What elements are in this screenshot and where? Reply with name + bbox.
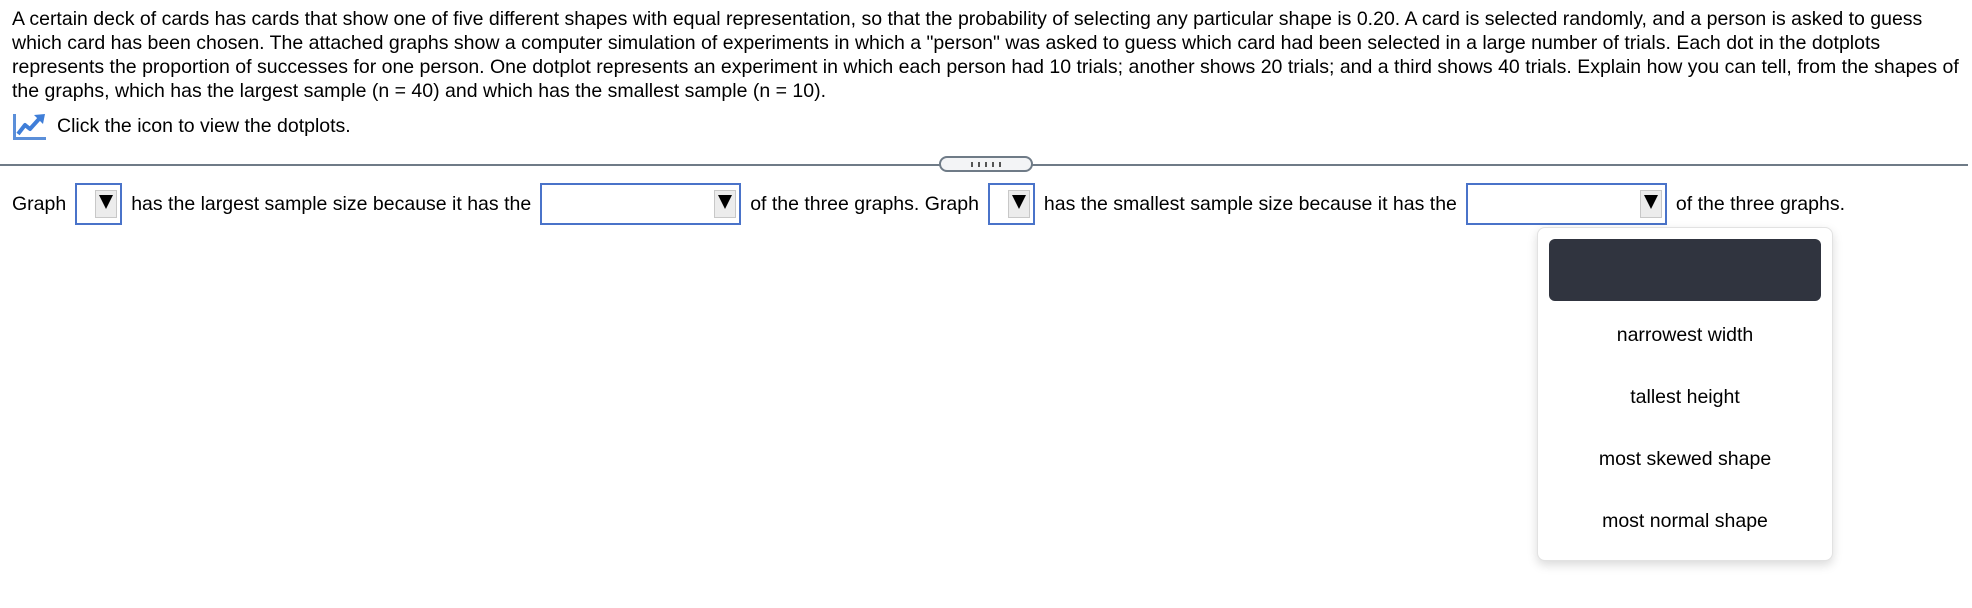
question-text: A certain deck of cards has cards that s… xyxy=(12,8,1959,102)
answer-text-3: of the three graphs. Graph xyxy=(750,192,979,215)
divider-drag-handle[interactable] xyxy=(939,156,1033,172)
reason-smallest-dropdown[interactable] xyxy=(1465,183,1667,225)
graph-largest-dropdown[interactable] xyxy=(75,183,123,225)
menu-option[interactable]: narrowest width xyxy=(1538,324,1832,347)
reason-largest-dropdown[interactable] xyxy=(540,183,742,225)
chart-line-icon[interactable] xyxy=(12,111,48,141)
view-dotplots-link[interactable]: Click the icon to view the dotplots. xyxy=(12,111,351,141)
answer-text-5: of the three graphs. xyxy=(1675,192,1846,215)
chevron-down-icon[interactable] xyxy=(1007,190,1030,218)
menu-option[interactable]: tallest height xyxy=(1538,386,1832,409)
chevron-down-icon[interactable] xyxy=(95,190,118,218)
chevron-down-icon[interactable] xyxy=(714,190,737,218)
graph-smallest-dropdown[interactable] xyxy=(987,183,1035,225)
answer-text-4: has the smallest sample size because it … xyxy=(1043,192,1457,215)
view-dotplots-label: Click the icon to view the dotplots. xyxy=(57,114,351,137)
menu-option[interactable]: most normal shape xyxy=(1538,510,1832,533)
chevron-down-icon[interactable] xyxy=(1639,190,1662,218)
answer-sentence: Graph has the largest sample size becaus… xyxy=(12,182,1845,226)
menu-option[interactable]: most skewed shape xyxy=(1538,448,1832,471)
menu-option-blank[interactable] xyxy=(1549,239,1821,301)
reason-smallest-options-menu: narrowest width tallest height most skew… xyxy=(1537,227,1833,561)
answer-text-2: has the largest sample size because it h… xyxy=(131,192,532,215)
answer-text-1: Graph xyxy=(12,192,67,215)
